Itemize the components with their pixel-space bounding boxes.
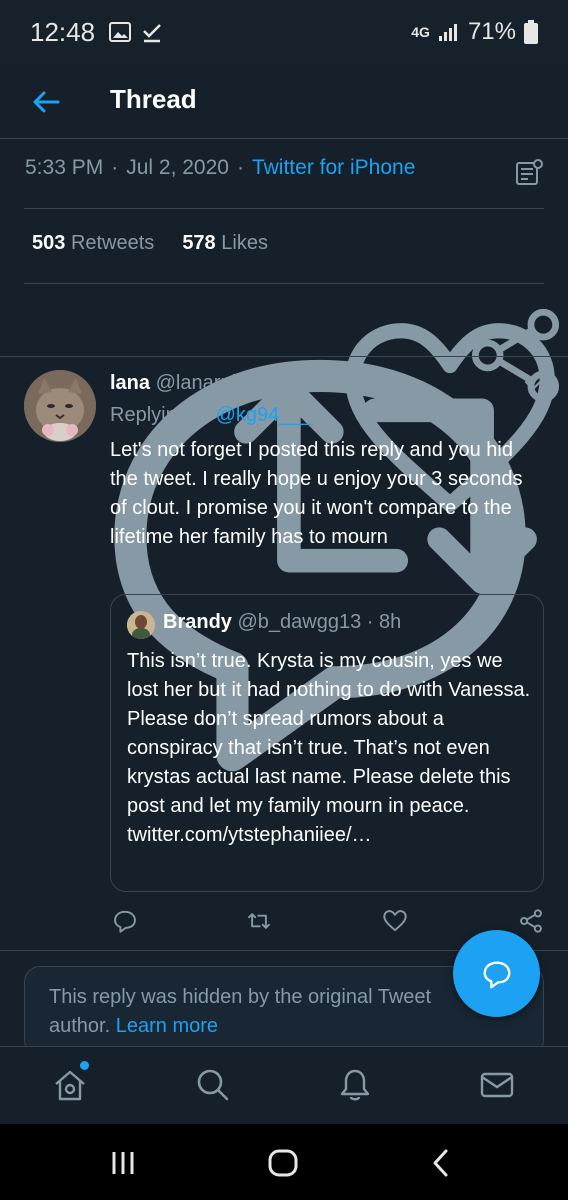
retweet-icon[interactable] bbox=[246, 908, 272, 934]
divider bbox=[0, 356, 568, 357]
tweet-source-link[interactable]: Twitter for iPhone bbox=[252, 156, 415, 180]
retweets-label: Retweets bbox=[70, 232, 155, 254]
home-button-icon[interactable] bbox=[266, 1146, 300, 1180]
replying-prefix: Replying to bbox=[110, 404, 211, 426]
signal-icon bbox=[438, 24, 457, 41]
chevron-down-icon[interactable] bbox=[522, 374, 544, 396]
tweet-meta: 5:33 PM · Jul 2, 2020 · Twitter for iPho… bbox=[25, 156, 415, 180]
reply-icon[interactable] bbox=[112, 908, 138, 934]
avatar[interactable] bbox=[24, 370, 96, 442]
search-icon[interactable] bbox=[195, 1067, 231, 1103]
recent-apps-icon[interactable] bbox=[106, 1146, 140, 1180]
likes-label: Likes bbox=[221, 232, 268, 254]
compose-reply-icon bbox=[483, 961, 510, 988]
divider bbox=[24, 283, 544, 284]
status-time: 12:48 bbox=[30, 16, 96, 47]
image-icon bbox=[109, 22, 132, 42]
reply-author-name[interactable]: lana bbox=[110, 372, 150, 394]
retweets-count: 503 bbox=[32, 232, 66, 254]
home-icon[interactable] bbox=[52, 1067, 88, 1103]
quoted-text: This isn’t true. Krysta is my cousin, ye… bbox=[127, 650, 531, 846]
share-icon[interactable] bbox=[518, 908, 544, 934]
system-nav-bar bbox=[0, 1124, 568, 1200]
bottom-nav bbox=[0, 1046, 568, 1124]
mail-icon[interactable] bbox=[479, 1067, 515, 1103]
tweet-time: 5:33 PM bbox=[25, 156, 104, 179]
quoted-header: Brandy @b_dawgg13 · 8h bbox=[163, 611, 401, 634]
status-bar: 12:48 4G 71% bbox=[0, 0, 568, 64]
meta-separator: · bbox=[263, 372, 271, 394]
cat-avatar-image bbox=[24, 370, 96, 442]
quoted-tweet[interactable]: Brandy @b_dawgg13 · 8h This isn’t true. … bbox=[110, 594, 544, 892]
tweet-stats: 503 Retweets 578 Likes bbox=[32, 232, 268, 255]
tweet-date: Jul 2, 2020 bbox=[126, 156, 229, 179]
app-header: Thread bbox=[0, 64, 568, 139]
replying-to: Replying to @kg94___ bbox=[110, 404, 313, 427]
network-label: 4G bbox=[411, 24, 430, 40]
divider bbox=[24, 208, 544, 209]
quoted-age: 8h bbox=[379, 611, 402, 633]
likes-stat[interactable]: 578 Likes bbox=[182, 232, 268, 255]
retweets-stat[interactable]: 503 Retweets bbox=[32, 232, 154, 255]
meta-separator: · bbox=[366, 611, 374, 633]
reply-author-handle[interactable]: @lanarubio bbox=[156, 372, 259, 394]
heart-icon[interactable] bbox=[382, 908, 408, 934]
reply-header: lana @lanarubio · 20s bbox=[110, 372, 308, 395]
analytics-icon[interactable] bbox=[514, 158, 544, 188]
battery-icon bbox=[524, 20, 538, 44]
check-icon bbox=[143, 24, 161, 43]
reply-age: 20s bbox=[275, 372, 309, 394]
replying-handle-link[interactable]: @kg94___ bbox=[216, 404, 313, 426]
quoted-avatar-image bbox=[127, 611, 155, 639]
back-button-icon[interactable] bbox=[424, 1146, 458, 1180]
meta-separator: · bbox=[111, 156, 119, 179]
page-title: Thread bbox=[110, 84, 197, 114]
reply-text: Let's not forget I posted this reply and… bbox=[110, 439, 523, 548]
arrow-left-icon[interactable] bbox=[30, 86, 62, 118]
meta-separator: · bbox=[236, 156, 244, 179]
home-notification-dot bbox=[80, 1061, 89, 1070]
battery-percent: 71% bbox=[467, 18, 516, 45]
likes-count: 578 bbox=[182, 232, 216, 254]
quoted-author-name: Brandy bbox=[163, 611, 232, 633]
compose-reply-button[interactable] bbox=[453, 930, 540, 1017]
bell-icon[interactable] bbox=[337, 1067, 373, 1103]
learn-more-link[interactable]: Learn more bbox=[116, 1015, 218, 1037]
avatar bbox=[127, 611, 155, 639]
quoted-author-handle: @b_dawgg13 bbox=[237, 611, 362, 633]
hidden-reply-text: This reply was hidden by the original Tw… bbox=[49, 986, 432, 1037]
